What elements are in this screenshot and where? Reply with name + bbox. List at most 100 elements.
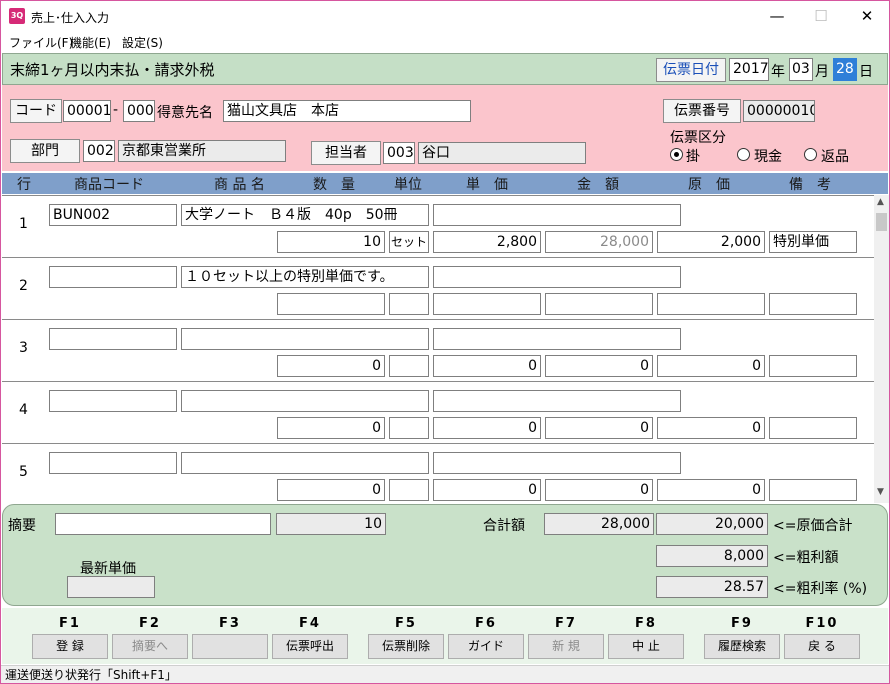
margin-field: 28.57 [656, 576, 768, 598]
note-field[interactable] [769, 293, 857, 315]
scroll-up-icon[interactable]: ▲ [877, 197, 884, 207]
item-name-field[interactable]: 大学ノート Ｂ４版 40p 50冊 [181, 204, 429, 226]
memo-line-field[interactable] [433, 452, 681, 474]
maximize-button[interactable]: ☐ [806, 5, 836, 27]
row-number: 3 [19, 340, 28, 356]
amount-field [545, 293, 653, 315]
table-row: 2 １０セット以上の特別単価です。 [2, 257, 874, 319]
function-key-bar: F1 登 録 F2 摘要へ F3 F4 伝票呼出 F5 伝票削除 F6 ガイド … [2, 608, 888, 664]
memo-field[interactable] [55, 513, 271, 535]
item-name-field[interactable] [181, 328, 429, 350]
dept-code-field[interactable]: 002 [83, 140, 115, 162]
unit-field[interactable] [389, 293, 429, 315]
row-number: 4 [19, 402, 28, 418]
history-search-button[interactable]: 履歴検索 [704, 634, 780, 659]
fkey-label: F3 [219, 616, 241, 631]
column-header: 行 商品コード 商 品 名 数 量 単位 単 価 金 額 原 価 備 考 [2, 173, 888, 194]
fkey-label: F7 [555, 616, 577, 631]
profit-field: 8,000 [656, 545, 768, 567]
cancel-button[interactable]: 中 止 [608, 634, 684, 659]
qty-field[interactable]: 10 [277, 231, 385, 253]
qty-total-field: 10 [276, 513, 386, 535]
register-button[interactable]: 登 録 [32, 634, 108, 659]
memo-line-field[interactable] [433, 328, 681, 350]
item-name-field[interactable]: １０セット以上の特別単価です。 [181, 266, 429, 288]
back-button[interactable]: 戻 る [784, 634, 860, 659]
item-name-field[interactable] [181, 452, 429, 474]
radio-cash[interactable] [737, 148, 750, 161]
slip-date-label: 伝票日付 [656, 58, 726, 82]
unit-field[interactable]: セット [389, 231, 429, 253]
customer-name-field[interactable]: 猫山文具店 本店 [223, 100, 471, 122]
qty-field[interactable]: 0 [277, 479, 385, 501]
qty-field[interactable]: 0 [277, 355, 385, 377]
new-button[interactable]: 新 規 [528, 634, 604, 659]
customer-subcode-field[interactable]: 000 [123, 100, 155, 122]
amount-field: 0 [545, 479, 653, 501]
cost-field[interactable] [657, 293, 765, 315]
fkey-label: F8 [635, 616, 657, 631]
cost-field[interactable]: 2,000 [657, 231, 765, 253]
cost-field[interactable]: 0 [657, 479, 765, 501]
price-field[interactable]: 0 [433, 479, 541, 501]
table-row: 1 BUN002 大学ノート Ｂ４版 40p 50冊 10 セット 2,800 … [2, 195, 874, 257]
item-code-field[interactable] [49, 328, 177, 350]
customer-name-label: 得意先名 [157, 105, 213, 121]
item-name-field[interactable] [181, 390, 429, 412]
radio-return[interactable] [804, 148, 817, 161]
delete-slip-button[interactable]: 伝票削除 [368, 634, 444, 659]
col-qty: 数 量 [313, 177, 355, 193]
memo-line-field[interactable] [433, 266, 681, 288]
to-memo-button[interactable]: 摘要へ [112, 634, 188, 659]
year-field[interactable]: 2017 [729, 58, 769, 81]
radio-credit[interactable] [670, 148, 683, 161]
qty-field[interactable] [277, 293, 385, 315]
menu-file[interactable]: ファイル(F) [9, 34, 73, 51]
scroll-down-icon[interactable]: ▼ [877, 487, 884, 497]
cost-field[interactable]: 0 [657, 355, 765, 377]
recall-slip-button[interactable]: 伝票呼出 [272, 634, 348, 659]
item-code-field[interactable] [49, 390, 177, 412]
unit-field[interactable] [389, 417, 429, 439]
grid-scrollbar[interactable]: ▲ ▼ [874, 195, 889, 503]
price-field[interactable]: 0 [433, 417, 541, 439]
item-code-field[interactable] [49, 452, 177, 474]
note-field[interactable] [769, 417, 857, 439]
item-code-field[interactable] [49, 266, 177, 288]
close-button[interactable]: ✕ [852, 5, 882, 27]
unit-field[interactable] [389, 479, 429, 501]
scroll-thumb[interactable] [876, 213, 887, 231]
code-label: コード [10, 99, 62, 123]
memo-line-field[interactable] [433, 390, 681, 412]
menu-function[interactable]: 機能(E) [70, 34, 111, 51]
item-code-field[interactable]: BUN002 [49, 204, 177, 226]
fkey-label: F9 [731, 616, 753, 631]
memo-line-field[interactable] [433, 204, 681, 226]
minimize-button[interactable]: — [762, 5, 792, 27]
price-field[interactable]: 2,800 [433, 231, 541, 253]
month-field[interactable]: 03 [789, 58, 813, 81]
staff-code-field[interactable]: 003 [383, 142, 415, 164]
qty-field[interactable]: 0 [277, 417, 385, 439]
amount-field: 0 [545, 417, 653, 439]
guide-button[interactable]: ガイド [448, 634, 524, 659]
table-row: 5 0 0 0 0 [2, 443, 874, 503]
customer-code-field[interactable]: 00001 [63, 100, 111, 122]
note-field[interactable] [769, 479, 857, 501]
note-field[interactable]: 特別単価 [769, 231, 857, 253]
cost-total-label: <=原価合計 [773, 518, 853, 534]
note-field[interactable] [769, 355, 857, 377]
price-field[interactable]: 0 [433, 355, 541, 377]
cost-field[interactable]: 0 [657, 417, 765, 439]
slip-type-label: 伝票区分 [670, 130, 726, 146]
unit-field[interactable] [389, 355, 429, 377]
customer-band: コード 00001 - 000 得意先名 猫山文具店 本店 伝票番号 00000… [2, 85, 888, 171]
menu-settings[interactable]: 設定(S) [122, 34, 163, 51]
price-field[interactable] [433, 293, 541, 315]
row-number: 5 [19, 464, 28, 480]
day-field[interactable]: 28 [833, 58, 857, 81]
slip-type-group: 掛 現金 返品 [670, 146, 870, 165]
col-amount: 金 額 [577, 177, 619, 193]
fkey-label: F4 [299, 616, 321, 631]
f3-button[interactable] [192, 634, 268, 659]
